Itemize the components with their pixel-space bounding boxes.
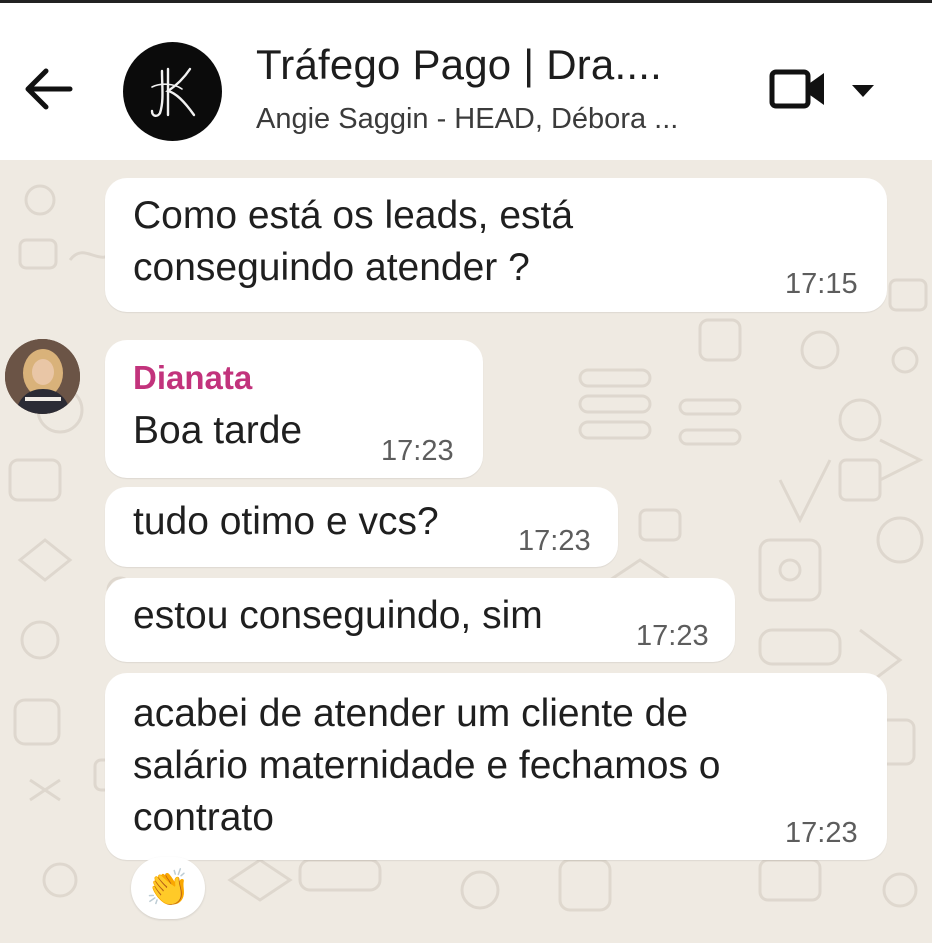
person-avatar-icon — [5, 339, 80, 414]
group-title[interactable]: Tráfego Pago | Dra.... — [256, 41, 662, 89]
monogram-logo — [150, 67, 195, 117]
message-text: acabei de atender um cliente de salário … — [133, 692, 721, 839]
reaction-badge[interactable]: 👏 — [131, 857, 205, 919]
message-time: 17:23 — [518, 525, 591, 557]
group-avatar[interactable] — [123, 42, 222, 141]
chat-header: Tráfego Pago | Dra.... Angie Saggin - HE… — [0, 3, 932, 160]
video-camera-icon[interactable] — [768, 67, 828, 111]
message-time: 17:23 — [785, 817, 858, 849]
message-text: Boa tarde — [133, 409, 303, 452]
message-text: Como está os leads, está conseguindo ate… — [133, 194, 574, 289]
arrow-left-icon[interactable] — [22, 65, 74, 113]
message-text: tudo otimo e vcs? — [133, 500, 439, 543]
message-time: 17:15 — [785, 268, 858, 300]
group-participants[interactable]: Angie Saggin - HEAD, Débora ... — [256, 103, 678, 136]
message-text: estou conseguindo, sim — [133, 594, 543, 637]
message-list[interactable]: Como está os leads, está conseguindo ate… — [0, 160, 932, 943]
caret-down-icon[interactable] — [850, 83, 876, 99]
avatar[interactable] — [5, 339, 80, 414]
clapping-hands-icon: 👏 — [145, 867, 191, 908]
sender-name[interactable]: Dianata — [133, 359, 252, 397]
message-time: 17:23 — [381, 435, 454, 467]
message-time: 17:23 — [636, 620, 709, 652]
